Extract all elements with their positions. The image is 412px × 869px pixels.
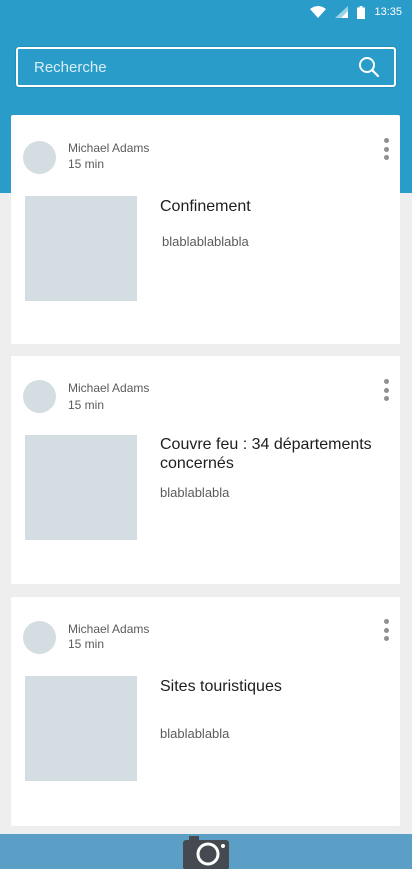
- post-time: 15 min: [68, 637, 105, 651]
- post-time: 15 min: [68, 398, 105, 412]
- post-author: Michael Adams: [68, 141, 150, 155]
- app-screen: 13:35 Michael Adams 15 min Confinement b…: [0, 0, 412, 869]
- post-author: Michael Adams: [68, 381, 150, 395]
- post-title[interactable]: Confinement: [160, 197, 380, 216]
- search-bar[interactable]: [16, 47, 396, 87]
- post-title[interactable]: Sites touristiques: [160, 677, 380, 696]
- signal-icon: [335, 6, 349, 18]
- status-time: 13:35: [374, 6, 402, 18]
- more-options-icon[interactable]: [382, 138, 390, 160]
- avatar: [23, 141, 56, 174]
- post-author: Michael Adams: [68, 622, 150, 636]
- post-card[interactable]: Michael Adams 15 min Sites touristiques …: [11, 597, 400, 826]
- more-options-icon[interactable]: [382, 379, 390, 401]
- avatar: [23, 380, 56, 413]
- post-thumbnail[interactable]: [25, 676, 137, 781]
- post-excerpt: blablablablabla: [162, 234, 249, 249]
- post-excerpt: blablablabla: [160, 485, 230, 500]
- post-card[interactable]: Michael Adams 15 min Confinement blablab…: [11, 115, 400, 344]
- battery-icon: [357, 5, 366, 19]
- post-title[interactable]: Couvre feu : 34 départements concernés: [160, 435, 380, 473]
- search-input[interactable]: [34, 58, 358, 76]
- post-thumbnail[interactable]: [25, 435, 137, 540]
- post-thumbnail[interactable]: [25, 196, 137, 301]
- wifi-icon: [310, 6, 327, 18]
- post-time: 15 min: [68, 157, 105, 171]
- more-options-icon[interactable]: [382, 619, 390, 641]
- post-excerpt: blablablabla: [160, 726, 230, 741]
- camera-icon[interactable]: [183, 836, 229, 869]
- status-bar: 13:35: [0, 0, 412, 24]
- bottom-bar: [0, 834, 412, 869]
- post-card[interactable]: Michael Adams 15 min Couvre feu : 34 dép…: [11, 356, 400, 584]
- search-icon[interactable]: [358, 56, 380, 78]
- avatar: [23, 621, 56, 654]
